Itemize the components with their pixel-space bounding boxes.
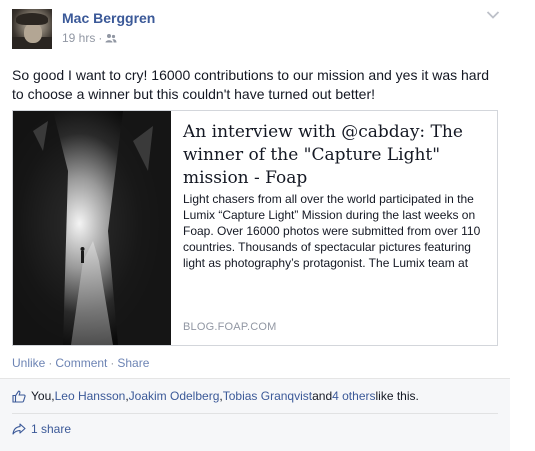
post-card: Mac Berggren 19 hrs · So good I want to …: [0, 0, 510, 451]
author-avatar[interactable]: [12, 9, 52, 49]
thumbs-up-icon: [12, 390, 26, 403]
chevron-down-icon[interactable]: [486, 10, 500, 20]
post-meta: 19 hrs ·: [62, 31, 117, 45]
link-title[interactable]: An interview with @cabday: The winner of…: [183, 121, 488, 190]
link-thumbnail[interactable]: [13, 111, 171, 345]
liker-joakim-odelberg[interactable]: Joakim Odelberg: [129, 389, 220, 403]
post-timestamp[interactable]: 19 hrs: [62, 31, 95, 45]
likes-tail: like this.: [375, 389, 419, 403]
likes-you: You,: [31, 389, 55, 403]
share-link[interactable]: Share: [117, 356, 149, 370]
share-arrow-icon: [12, 423, 26, 435]
likes-and: and: [312, 389, 333, 403]
shares-count[interactable]: 1 share: [31, 422, 71, 436]
friends-icon[interactable]: [105, 33, 117, 43]
likes-summary: You, Leo Hansson , Joakim Odelberg , Tob…: [12, 389, 419, 403]
unlike-link[interactable]: Unlike: [12, 356, 45, 370]
action-separator: ·: [110, 356, 115, 370]
shares-summary[interactable]: 1 share: [12, 422, 71, 436]
post-message: So good I want to cry! 16000 contributio…: [12, 67, 490, 102]
action-separator: ·: [48, 356, 53, 370]
link-preview-card[interactable]: An interview with @cabday: The winner of…: [12, 110, 498, 346]
link-description: Light chasers from all over the world pa…: [183, 192, 481, 270]
post-actions: Unlike · Comment · Share: [12, 356, 149, 370]
link-domain: BLOG.FOAP.COM: [183, 321, 277, 333]
likes-others-link[interactable]: 4 others: [332, 389, 375, 403]
feedback-divider: [12, 413, 498, 414]
feedback-panel: You, Leo Hansson , Joakim Odelberg , Tob…: [0, 378, 510, 451]
author-name[interactable]: Mac Berggren: [62, 10, 155, 26]
meta-separator: ·: [98, 31, 103, 45]
liker-tobias-granqvist[interactable]: Tobias Granqvist: [223, 389, 312, 403]
comment-link[interactable]: Comment: [55, 356, 107, 370]
liker-leo-hansson[interactable]: Leo Hansson: [55, 389, 126, 403]
